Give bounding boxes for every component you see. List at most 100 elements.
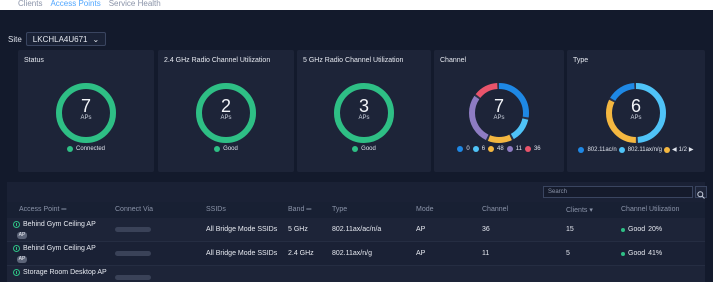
card-title: 5 GHz Radio Channel Utilization bbox=[303, 57, 404, 64]
search-button[interactable] bbox=[695, 186, 707, 199]
legend-label: 802.11ax/n/g bbox=[627, 146, 662, 153]
legend-label: 11 bbox=[515, 146, 522, 152]
cell-ssids: All Bridge Mode SSIDs bbox=[206, 226, 278, 233]
donut-count: 7 bbox=[493, 96, 504, 116]
ap-name[interactable]: Storage Room Desktop AP bbox=[13, 269, 107, 276]
donut-unit: APs bbox=[358, 115, 370, 121]
legend: 0 6 48 11 36 bbox=[434, 146, 564, 152]
sort-down-icon: ▾ bbox=[589, 207, 593, 214]
donut-count: 6 bbox=[630, 96, 641, 116]
status-dot bbox=[621, 227, 625, 232]
legend-item: Connected bbox=[66, 146, 106, 152]
col-mode[interactable]: Mode bbox=[416, 206, 434, 213]
power-icon bbox=[13, 269, 20, 276]
legend-dot bbox=[66, 146, 73, 152]
legend-dot bbox=[457, 146, 464, 152]
col-type[interactable]: Type bbox=[332, 206, 347, 213]
table-row[interactable]: Behind Gym Ceiling AP AP All Bridge Mode… bbox=[7, 242, 705, 266]
channel-card: Channel 7 APs 0 6 48 11 36 bbox=[434, 50, 564, 172]
legend-label: 48 bbox=[497, 146, 504, 152]
legend-item: 11 bbox=[506, 146, 522, 152]
cell-clients: 5 bbox=[566, 250, 570, 257]
legend-label: Good bbox=[361, 146, 376, 152]
ap-name[interactable]: Behind Gym Ceiling AP bbox=[13, 221, 96, 228]
legend-label: Good bbox=[223, 146, 238, 152]
legend: Connected bbox=[18, 146, 154, 152]
legend-dot bbox=[488, 146, 495, 152]
connect-via-redacted bbox=[115, 227, 151, 232]
card-title: Type bbox=[573, 57, 589, 64]
table-row[interactable]: Storage Room Desktop AP bbox=[7, 266, 705, 282]
search-icon bbox=[697, 191, 705, 199]
legend-dot bbox=[506, 146, 513, 152]
tab-service-health[interactable]: Service Health bbox=[109, 0, 161, 12]
legend-dot bbox=[524, 146, 531, 152]
ap-tag: AP bbox=[17, 232, 27, 239]
legend-dot bbox=[663, 146, 670, 153]
sort-icon: ═ bbox=[61, 206, 67, 213]
col-channel-utilization[interactable]: Channel Utilization bbox=[621, 206, 679, 213]
col-ssids[interactable]: SSIDs bbox=[206, 206, 226, 213]
status-card: Status 7 APs Connected bbox=[18, 50, 154, 172]
legend: Good bbox=[297, 146, 431, 152]
cell-mode: AP bbox=[416, 226, 426, 233]
legend-dot bbox=[618, 146, 625, 153]
cell-channel: 11 bbox=[482, 250, 490, 257]
chevron-down-icon: ⌄ bbox=[92, 34, 100, 44]
col-band[interactable]: Band ═ bbox=[288, 206, 311, 213]
legend-item: 36 bbox=[524, 146, 541, 152]
cell-mode: AP bbox=[416, 250, 426, 257]
legend-item: 48 bbox=[488, 146, 504, 152]
connect-via-redacted bbox=[115, 275, 151, 280]
tab-access-points[interactable]: Access Points bbox=[50, 0, 100, 12]
donut-chart: 7 APs bbox=[53, 80, 119, 146]
legend-label: 0 bbox=[466, 146, 470, 152]
type-card: Type 6 APs 802.11ac/n 802.11ax/n/g ◀ 1/2… bbox=[567, 50, 705, 172]
connect-via-redacted bbox=[115, 251, 151, 256]
col-channel[interactable]: Channel bbox=[482, 206, 508, 213]
legend: Good bbox=[158, 146, 294, 152]
col-connect-via[interactable]: Connect Via bbox=[115, 206, 153, 213]
legend-dot bbox=[578, 146, 585, 153]
card-title: 2.4 GHz Radio Channel Utilization bbox=[164, 57, 271, 64]
legend-item: 0 bbox=[457, 146, 470, 152]
legend-item: Good bbox=[214, 146, 238, 152]
cell-utilization: Good 41% bbox=[621, 250, 662, 257]
col-clients[interactable]: Clients ▾ bbox=[566, 206, 593, 214]
table-header: Access Point ═ Connect Via SSIDs Band ═ … bbox=[7, 202, 705, 218]
status-dot bbox=[621, 251, 625, 256]
donut-chart: 2 APs bbox=[193, 80, 259, 146]
legend-label: Connected bbox=[75, 146, 106, 152]
radio-24-card: 2.4 GHz Radio Channel Utilization 2 APs … bbox=[158, 50, 294, 172]
ap-name[interactable]: Behind Gym Ceiling AP bbox=[13, 245, 96, 252]
legend-label: 6 bbox=[481, 146, 486, 152]
search-input[interactable]: Search bbox=[543, 186, 693, 198]
donut-chart: 7 APs bbox=[466, 80, 532, 146]
table-row[interactable]: Behind Gym Ceiling AP AP All Bridge Mode… bbox=[7, 218, 705, 242]
cell-type: 802.11ax/ac/n/a bbox=[332, 226, 382, 233]
legend-dot bbox=[352, 146, 359, 152]
donut-count: 2 bbox=[220, 96, 231, 116]
donut-count: 3 bbox=[358, 96, 369, 116]
chevron-right-icon[interactable]: ▶ bbox=[689, 146, 694, 153]
card-title: Channel bbox=[440, 57, 467, 64]
ap-tag: AP bbox=[17, 256, 27, 263]
donut-unit: APs bbox=[220, 115, 232, 121]
tab-clients[interactable]: Clients bbox=[18, 0, 42, 12]
site-label: Site bbox=[8, 34, 22, 44]
legend-item: Good bbox=[352, 146, 376, 152]
chevron-left-icon[interactable]: ◀ bbox=[672, 146, 677, 153]
power-icon bbox=[13, 221, 20, 228]
donut-unit: APs bbox=[630, 115, 642, 121]
card-title: Status bbox=[24, 57, 44, 64]
cell-utilization: Good 20% bbox=[621, 226, 662, 233]
site-row: Site LKCHLA4U671 ⌄ bbox=[8, 32, 107, 46]
col-access-point[interactable]: Access Point ═ bbox=[19, 206, 66, 213]
legend-dot bbox=[472, 146, 479, 152]
donut-unit: APs bbox=[493, 115, 505, 121]
legend-item: 802.11ax/n/g bbox=[618, 146, 662, 153]
legend-item: 802.11ac/n bbox=[578, 146, 617, 153]
donut-count: 7 bbox=[80, 96, 91, 116]
site-select[interactable]: LKCHLA4U671 ⌄ bbox=[25, 32, 107, 46]
cell-channel: 36 bbox=[482, 226, 490, 233]
